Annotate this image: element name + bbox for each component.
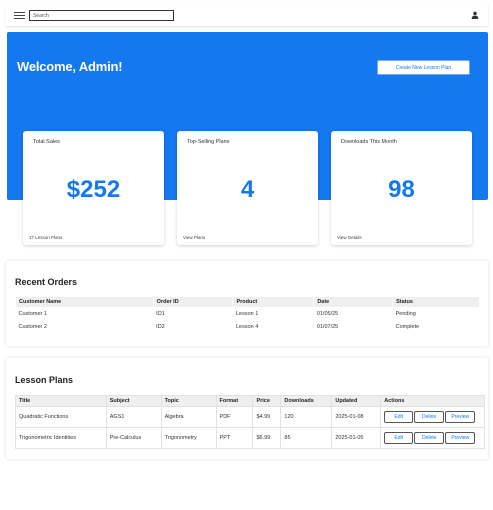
search-input[interactable]: [29, 10, 174, 21]
table-cell: Trigonometry: [160, 427, 217, 449]
page-title: Welcome, Admin!: [17, 59, 123, 74]
column-header: Title: [15, 395, 107, 407]
column-header: Price: [252, 395, 282, 407]
column-header: Subject: [105, 395, 162, 407]
stat-value: $252: [66, 176, 121, 203]
delete-button[interactable]: Delete: [414, 411, 445, 423]
table-cell: 01/05/25: [316, 311, 339, 318]
column-header: Updated: [331, 395, 382, 407]
table-cell: Customer 1: [18, 311, 47, 318]
column-header: Date: [313, 296, 394, 308]
recent-orders-panel: Recent Orders Customer Name Order ID Pro…: [6, 261, 488, 346]
edit-button[interactable]: Edit: [384, 432, 414, 444]
table-cell: 85: [280, 427, 333, 449]
table-cell: AGS1: [105, 406, 162, 428]
orders-table: Customer Name Order ID Product Date Stat…: [15, 296, 480, 334]
table-cell: 2025-01-05: [331, 427, 382, 449]
column-header: Actions: [380, 395, 485, 407]
table-cell: $4.99: [252, 406, 282, 428]
actions-cell: Edit Delete Preview: [380, 427, 485, 449]
section-title: Lesson Plans: [15, 375, 74, 385]
table-cell: Quadratic Functions: [15, 406, 107, 428]
edit-button[interactable]: Edit: [384, 411, 414, 423]
top-bar: [6, 4, 488, 26]
table-cell: Customer 2: [18, 324, 47, 330]
stat-card-total-sales: Total Sales $252 17 Lesson Plans: [23, 131, 164, 245]
table-row: Quadratic Functions AGS1 Algebra PDF $4.…: [15, 406, 485, 428]
table-cell: Pre-Calculus: [105, 427, 162, 449]
table-cell: Lesson 1: [235, 311, 259, 318]
stat-label: Top-Selling Plans: [187, 139, 230, 145]
column-header: Format: [215, 395, 254, 407]
stat-card-top-selling: Top-Selling Plans 4 View Plans: [177, 131, 318, 245]
table-row: Trigonometric Identities Pre-Calculus Tr…: [15, 427, 485, 449]
stat-link[interactable]: 17 Lesson Plans: [29, 235, 62, 240]
actions-cell: Edit Delete Preview: [380, 406, 485, 428]
table-cell: 2025-01-08: [331, 406, 382, 428]
table-cell: Complete: [395, 324, 420, 330]
hamburger-menu-icon[interactable]: [14, 12, 25, 19]
lesson-plans-panel: Lesson Plans Title Subject Topic Format …: [6, 358, 488, 459]
table-cell: Pending: [395, 311, 416, 318]
stat-card-downloads: Downloads This Month 98 View Details: [331, 131, 472, 245]
preview-button[interactable]: Preview: [445, 411, 476, 423]
table-row: Customer 2 ID2 Lesson 4 01/07/25 Complet…: [16, 321, 480, 334]
table-cell: Lesson 4: [235, 324, 259, 330]
section-title: Recent Orders: [15, 277, 78, 287]
table-cell: Trigonometric Identities: [15, 427, 107, 449]
user-icon[interactable]: [471, 11, 479, 19]
table-cell: ID1: [156, 311, 165, 318]
stat-link[interactable]: View Details: [337, 235, 362, 240]
table-cell: $6.99: [252, 427, 282, 449]
column-header: Status: [392, 296, 480, 308]
delete-button[interactable]: Delete: [414, 432, 445, 444]
stat-label: Total Sales: [33, 139, 60, 145]
table-cell: PDF: [215, 406, 254, 428]
preview-button[interactable]: Preview: [445, 432, 476, 444]
column-header: Product: [232, 296, 315, 308]
stat-link[interactable]: View Plans: [183, 235, 205, 240]
table-cell: 120: [280, 406, 333, 428]
create-lesson-plan-button[interactable]: Create New Lesson Plan: [377, 60, 470, 75]
table-cell: PPT: [215, 427, 254, 449]
table-cell: Algebra: [160, 406, 217, 428]
table-cell: ID2: [156, 324, 165, 330]
stat-value: 4: [240, 176, 255, 203]
column-header: Downloads: [280, 395, 333, 407]
column-header: Customer Name: [15, 296, 154, 308]
lesson-plans-table: Title Subject Topic Format Price Downloa…: [15, 395, 485, 449]
column-header: Topic: [160, 395, 217, 407]
stat-label: Downloads This Month: [341, 139, 397, 145]
table-cell: 01/07/25: [316, 324, 339, 330]
stat-value: 98: [388, 176, 415, 203]
table-row: Customer 1 ID1 Lesson 1 01/05/25 Pending: [16, 308, 480, 321]
column-header: Order ID: [152, 296, 234, 308]
